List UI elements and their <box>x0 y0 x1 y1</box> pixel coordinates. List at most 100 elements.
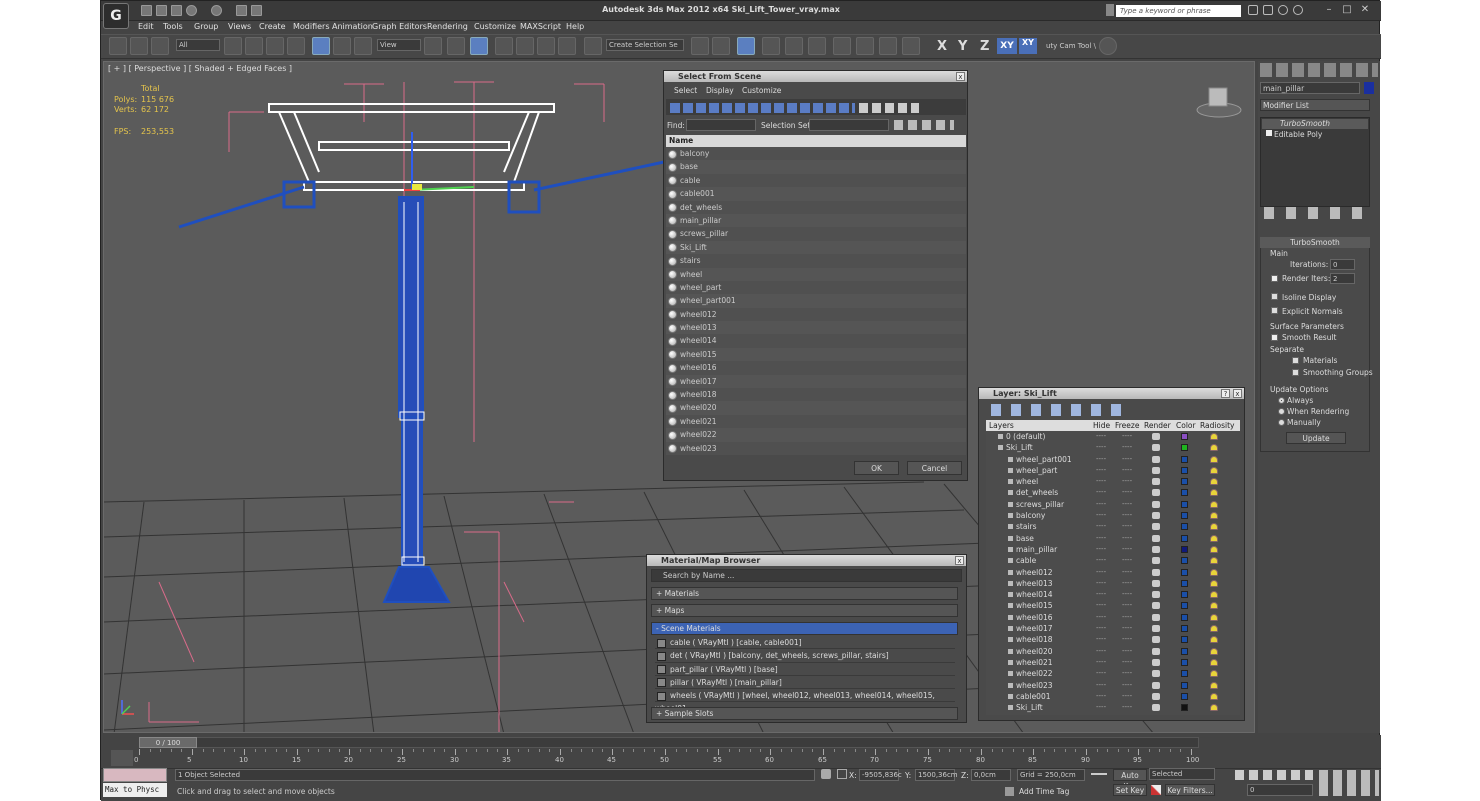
keyboard-shortcut-override-icon[interactable] <box>470 37 488 55</box>
smoothing-groups-checkbox[interactable] <box>1292 369 1299 376</box>
snaps-toggle-icon[interactable] <box>495 37 513 55</box>
sfs-menu-customize[interactable]: Customize <box>742 86 781 95</box>
maximize-button[interactable]: □ <box>1341 4 1353 16</box>
layer-color-swatch[interactable] <box>1181 433 1188 440</box>
layer-row[interactable]: cable001 ---- ---- <box>986 691 1240 702</box>
sfs-selection-set-dropdown[interactable] <box>809 119 889 131</box>
stack-item-editable-poly[interactable]: Editable Poly <box>1274 130 1322 139</box>
hide-toggle[interactable]: ---- <box>1096 442 1106 453</box>
time-ruler[interactable]: 0 5 10 15 20 25 30 35 40 45 50 55 60 65 70 75 80 85 90 95 10… <box>134 749 1199 767</box>
hide-toggle[interactable]: ---- <box>1096 702 1106 713</box>
update-button[interactable]: Update <box>1286 432 1346 444</box>
hide-toggle[interactable]: ---- <box>1096 680 1106 691</box>
layer-color-swatch[interactable] <box>1181 534 1188 542</box>
radiosity-bulb-icon[interactable] <box>1210 704 1218 712</box>
radiosity-bulb-icon[interactable] <box>1210 523 1218 531</box>
material-search-input[interactable]: Search by Name ... <box>663 571 734 580</box>
scene-object-item[interactable]: wheel015 <box>666 347 966 362</box>
layer-row[interactable]: 0 (default) ---- ---- <box>986 431 1240 442</box>
selection-filter-dropdown[interactable]: All <box>176 39 220 51</box>
layer-col-render[interactable]: Render <box>1144 421 1171 430</box>
scene-object-item[interactable]: cable <box>666 173 966 188</box>
render-teapot-icon[interactable] <box>1152 466 1160 474</box>
edit-named-selection-icon[interactable] <box>584 37 602 55</box>
undo-icon[interactable] <box>186 5 197 16</box>
viewport-label[interactable]: [ + ] [ Perspective ] [ Shaded + Edged F… <box>108 64 292 73</box>
freeze-toggle[interactable]: ---- <box>1122 567 1132 578</box>
favorites-star-icon[interactable] <box>1278 5 1288 15</box>
cam-tool-label[interactable]: uty Cam Tool \ <box>1046 42 1096 50</box>
scene-object-item[interactable]: wheel012 <box>666 307 966 322</box>
radiosity-bulb-icon[interactable] <box>1210 433 1218 440</box>
sfs-cancel-button[interactable]: Cancel <box>907 461 962 475</box>
radiosity-bulb-icon[interactable] <box>1210 625 1218 633</box>
turbosmooth-rollout-title[interactable]: TurboSmooth <box>1260 237 1370 248</box>
radiosity-bulb-icon[interactable] <box>1210 557 1218 565</box>
radiosity-bulb-icon[interactable] <box>1210 647 1218 655</box>
trackbar-icon[interactable] <box>111 750 133 766</box>
material-editor-icon[interactable] <box>833 37 851 55</box>
freeze-toggle[interactable]: ---- <box>1122 533 1132 544</box>
unlink-icon[interactable] <box>130 37 148 55</box>
radiosity-bulb-icon[interactable] <box>1210 478 1218 486</box>
constrain-x-button[interactable]: X <box>937 39 947 54</box>
render-teapot-icon[interactable] <box>1152 681 1160 689</box>
menu-modifiers[interactable]: Modifiers <box>293 22 330 31</box>
viewport-navigation-controls[interactable] <box>1319 770 1379 796</box>
radiosity-bulb-icon[interactable] <box>1210 455 1218 463</box>
scene-object-item[interactable]: Ski_Lift <box>666 240 966 255</box>
lock-selection-icon[interactable] <box>821 769 831 779</box>
render-teapot-icon[interactable] <box>1152 433 1160 440</box>
object-name-field[interactable]: main_pillar <box>1260 82 1360 94</box>
layer-color-swatch[interactable] <box>1181 489 1188 497</box>
render-teapot-icon[interactable] <box>1152 489 1160 497</box>
freeze-toggle[interactable]: ---- <box>1122 589 1132 600</box>
layer-color-swatch[interactable] <box>1181 681 1188 689</box>
layer-row[interactable]: balcony ---- ---- <box>986 510 1240 521</box>
layer-row[interactable]: Ski_Lift ---- ---- <box>986 442 1240 453</box>
layer-color-swatch[interactable] <box>1181 455 1188 463</box>
layer-row[interactable]: wheel012 ---- ---- <box>986 567 1240 578</box>
hide-toggle[interactable]: ---- <box>1096 578 1106 589</box>
layer-close-button[interactable]: x <box>1233 389 1242 398</box>
layer-color-swatch[interactable] <box>1181 658 1188 666</box>
layer-row[interactable]: wheel018 ---- ---- <box>986 634 1240 645</box>
freeze-toggle[interactable]: ---- <box>1122 702 1132 713</box>
project-folder-icon[interactable] <box>251 5 262 16</box>
maps-section[interactable]: + Maps <box>651 604 958 617</box>
render-teapot-icon[interactable] <box>1152 658 1160 666</box>
layer-row[interactable]: wheel023 ---- ---- <box>986 680 1240 691</box>
scene-object-item[interactable]: screws_pillar <box>666 227 966 241</box>
scene-object-item[interactable]: base <box>666 160 966 174</box>
radiosity-bulb-icon[interactable] <box>1210 500 1218 508</box>
layer-row[interactable]: wheel020 ---- ---- <box>986 646 1240 657</box>
object-color-swatch[interactable] <box>1364 82 1374 94</box>
help-icon[interactable] <box>1293 5 1303 15</box>
current-frame-field[interactable]: 0 <box>1247 784 1313 796</box>
layer-color-swatch[interactable] <box>1181 444 1188 452</box>
scene-object-item[interactable]: wheel_part <box>666 280 966 295</box>
hide-toggle[interactable]: ---- <box>1096 600 1106 611</box>
layer-row[interactable]: wheel014 ---- ---- <box>986 589 1240 600</box>
scene-object-item[interactable]: det_wheels <box>666 200 966 214</box>
layer-color-swatch[interactable] <box>1181 647 1188 655</box>
freeze-toggle[interactable]: ---- <box>1122 454 1132 465</box>
radiosity-bulb-icon[interactable] <box>1210 534 1218 542</box>
menu-graph-editors[interactable]: Graph Editors <box>372 22 427 31</box>
layer-row[interactable]: wheel_part001 ---- ---- <box>986 454 1240 465</box>
add-time-tag-button[interactable]: Add Time Tag <box>1019 787 1069 796</box>
menu-animation[interactable]: Animation <box>332 22 373 31</box>
save-icon[interactable] <box>171 5 182 16</box>
render-teapot-icon[interactable] <box>1152 557 1160 565</box>
app-logo-button[interactable]: G <box>103 3 129 29</box>
constrain-xy-cycle-button[interactable]: XY <box>1019 38 1037 54</box>
layer-color-swatch[interactable] <box>1181 602 1188 610</box>
layer-row[interactable]: stairs ---- ---- <box>986 521 1240 532</box>
pivot-center-icon[interactable] <box>424 37 442 55</box>
radiosity-bulb-icon[interactable] <box>1210 512 1218 520</box>
layer-help-button[interactable]: ? <box>1221 389 1230 398</box>
scene-object-item[interactable]: wheel014 <box>666 334 966 348</box>
layer-row[interactable]: wheel021 ---- ---- <box>986 657 1240 668</box>
key-filters-button[interactable]: Key Filters... <box>1165 784 1215 796</box>
layer-row[interactable]: Ski_Lift ---- ---- <box>986 702 1240 713</box>
